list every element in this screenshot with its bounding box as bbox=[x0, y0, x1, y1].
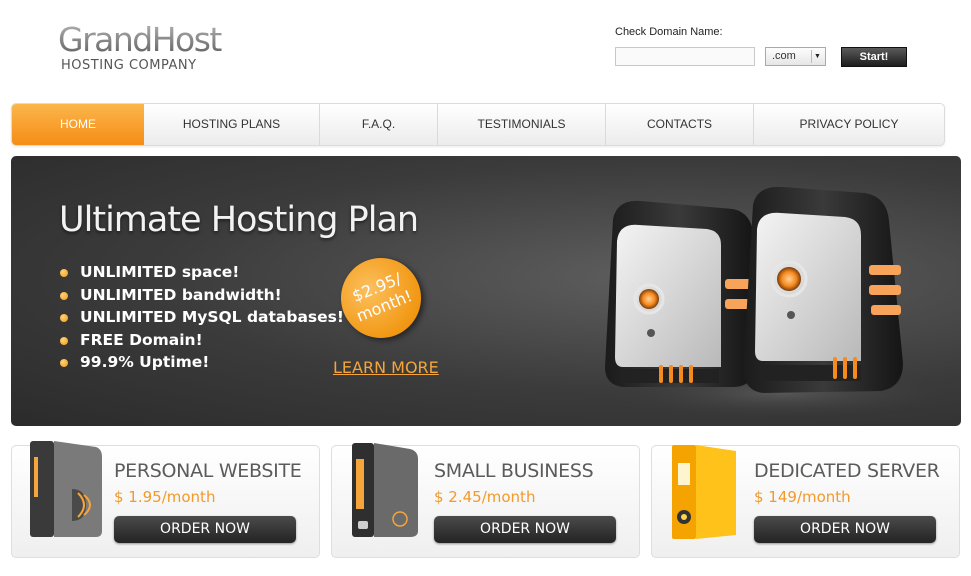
logo-tagline: HOSTING COMPANY bbox=[61, 58, 197, 73]
server-tower-icon bbox=[352, 443, 418, 537]
nav-item-testimonials[interactable]: TESTIMONIALS bbox=[438, 104, 606, 145]
hero-feature-list: UNLIMITED space! UNLIMITED bandwidth! UN… bbox=[60, 261, 344, 374]
tld-select-value: .com bbox=[772, 50, 796, 62]
domain-check-label: Check Domain Name: bbox=[615, 26, 723, 38]
nav-item-hosting-plans[interactable]: HOSTING PLANS bbox=[144, 104, 320, 145]
plan-price: $ 2.45/month bbox=[434, 488, 536, 506]
bullet-icon bbox=[60, 269, 68, 277]
start-button[interactable]: Start! bbox=[841, 47, 907, 67]
order-now-button[interactable]: ORDER NOW bbox=[754, 516, 936, 543]
hero-feature: UNLIMITED bandwidth! bbox=[60, 284, 344, 307]
plan-title: SMALL BUSINESS bbox=[434, 460, 594, 482]
bullet-icon bbox=[60, 359, 68, 367]
plan-title: PERSONAL WEBSITE bbox=[114, 460, 302, 482]
bullet-icon bbox=[60, 336, 68, 345]
price-badge: $2.95/ month! bbox=[328, 245, 434, 351]
bullet-icon bbox=[60, 291, 68, 300]
learn-more-link[interactable]: LEARN MORE bbox=[333, 358, 439, 377]
domain-check-form: Check Domain Name: .com ▼ Start! bbox=[615, 26, 915, 68]
bullet-icon bbox=[60, 314, 68, 322]
server-front bbox=[743, 186, 903, 393]
server-tower-icon bbox=[30, 441, 102, 537]
hero-feature: UNLIMITED MySQL databases! bbox=[60, 306, 344, 329]
server-back bbox=[605, 200, 753, 387]
order-now-button[interactable]: ORDER NOW bbox=[434, 516, 616, 543]
plan-card-personal: PERSONAL WEBSITE $ 1.95/month ORDER NOW bbox=[11, 441, 320, 558]
hero-feature: FREE Domain! bbox=[60, 329, 344, 352]
chevron-down-icon: ▼ bbox=[811, 50, 823, 63]
plan-card-small-business: SMALL BUSINESS $ 2.45/month ORDER NOW bbox=[331, 443, 640, 558]
plan-title: DEDICATED SERVER bbox=[754, 460, 940, 482]
plan-price: $ 1.95/month bbox=[114, 488, 216, 506]
main-nav: HOME HOSTING PLANS F.A.Q. TESTIMONIALS C… bbox=[11, 103, 945, 146]
site-logo[interactable]: GrandHost HOSTING COMPANY bbox=[58, 22, 258, 82]
hero-banner: Ultimate Hosting Plan UNLIMITED space! U… bbox=[11, 156, 961, 426]
hero-feature: 99.9% Uptime! bbox=[60, 351, 344, 374]
domain-check-row: .com ▼ Start! bbox=[615, 46, 915, 68]
logo-name: GrandHost bbox=[58, 22, 258, 58]
hero-feature: UNLIMITED space! bbox=[60, 261, 344, 284]
nav-item-home[interactable]: HOME bbox=[12, 104, 144, 145]
nav-item-privacy-policy[interactable]: PRIVACY POLICY bbox=[754, 104, 944, 145]
servers-illustration bbox=[605, 186, 943, 416]
tld-select[interactable]: .com ▼ bbox=[765, 47, 826, 66]
binder-folder-icon bbox=[672, 445, 736, 539]
hero-title: Ultimate Hosting Plan bbox=[59, 200, 419, 240]
plan-card-dedicated: DEDICATED SERVER $ 149/month ORDER NOW bbox=[651, 445, 960, 558]
order-now-button[interactable]: ORDER NOW bbox=[114, 516, 296, 543]
nav-item-contacts[interactable]: CONTACTS bbox=[606, 104, 754, 145]
domain-name-input[interactable] bbox=[615, 47, 755, 66]
nav-item-faq[interactable]: F.A.Q. bbox=[320, 104, 438, 145]
plan-price: $ 149/month bbox=[754, 488, 851, 506]
